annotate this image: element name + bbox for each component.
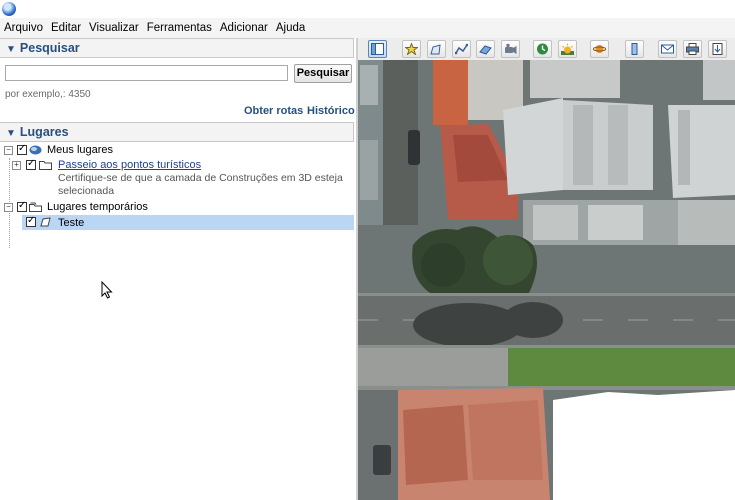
menu-ferramentas[interactable]: Ferramentas [143,18,216,38]
collapse-icon[interactable]: − [4,203,13,212]
historical-imagery-button[interactable] [533,40,552,58]
menu-editar[interactable]: Editar [47,18,85,38]
map-toolbar [358,38,735,61]
title-bar [0,0,735,18]
add-placemark-icon [405,43,418,55]
tree-label-meus-lugares[interactable]: Meus lugares [47,144,113,156]
mouse-pointer-icon [101,281,113,299]
add-polygon-icon [430,44,441,55]
places-section-header[interactable]: ▼ Lugares [0,122,354,142]
search-button[interactable]: Pesquisar [294,64,352,83]
checkbox-passeio[interactable] [26,158,36,170]
get-directions-link[interactable]: Obter rotas [244,105,303,117]
map-view[interactable] [358,60,735,500]
satellite-imagery [358,60,735,500]
print-icon [686,43,699,55]
historical-imagery-icon [537,43,548,55]
tree-label-lugares-temporarios[interactable]: Lugares temporários [47,201,148,213]
menu-visualizar[interactable]: Visualizar [85,18,143,38]
sidebar-toggle-button[interactable] [368,40,387,58]
folder-icon [39,161,52,170]
search-input[interactable] [5,65,288,81]
polygon-icon [40,217,51,227]
save-image-button[interactable] [708,40,727,58]
temporary-folder-icon [29,202,42,212]
menu-arquivo[interactable]: Arquivo [0,18,47,38]
menu-bar: Arquivo Editar Visualizar Ferramentas Ad… [0,18,735,39]
email-button[interactable] [658,40,677,58]
add-image-overlay-icon [479,45,492,55]
record-tour-button[interactable] [501,40,520,58]
places-section-title: Lugares [19,125,69,139]
expand-icon[interactable]: + [12,161,21,170]
search-section-title: Pesquisar [19,41,80,55]
history-link[interactable]: Histórico [307,105,355,117]
sunlight-button[interactable] [558,40,577,58]
add-placemark-button[interactable] [402,40,421,58]
email-icon [661,44,674,54]
sidebar-toggle-icon [371,43,384,55]
record-tour-icon [505,43,517,54]
add-image-overlay-button[interactable] [476,40,495,58]
add-path-icon [455,43,468,55]
save-image-icon [712,43,723,55]
menu-ajuda[interactable]: Ajuda [272,18,309,38]
collapse-triangle-icon[interactable]: ▼ [6,40,16,59]
ruler-button[interactable] [625,40,644,58]
planets-icon [593,45,606,53]
sidebar-panel: ▼ Pesquisar Pesquisar por exemplo,: 4350 … [0,38,356,500]
tree-label-passeio[interactable]: Passeio aos pontos turísticos [58,159,201,171]
checkbox-lugares-temporarios[interactable] [17,200,27,212]
google-earth-logo-icon [2,2,16,16]
collapse-triangle-icon[interactable]: ▼ [6,124,16,143]
print-button[interactable] [683,40,702,58]
menu-adicionar[interactable]: Adicionar [216,18,272,38]
tour-link[interactable]: Passeio aos pontos turísticos [58,159,201,171]
globe-icon [29,145,42,155]
tour-description: Certifique-se de que a camada de Constru… [58,172,343,197]
search-hint: por exemplo,: 4350 [5,89,91,100]
search-section-header[interactable]: ▼ Pesquisar [0,38,354,58]
add-path-button[interactable] [452,40,471,58]
add-polygon-button[interactable] [427,40,446,58]
checkbox-meus-lugares[interactable] [17,143,27,155]
tree-label-teste[interactable]: Teste [58,217,84,229]
sunlight-icon [561,43,574,55]
ruler-icon [631,43,638,55]
collapse-icon[interactable]: − [4,146,13,155]
checkbox-teste[interactable] [26,215,36,227]
planets-button[interactable] [590,40,609,58]
